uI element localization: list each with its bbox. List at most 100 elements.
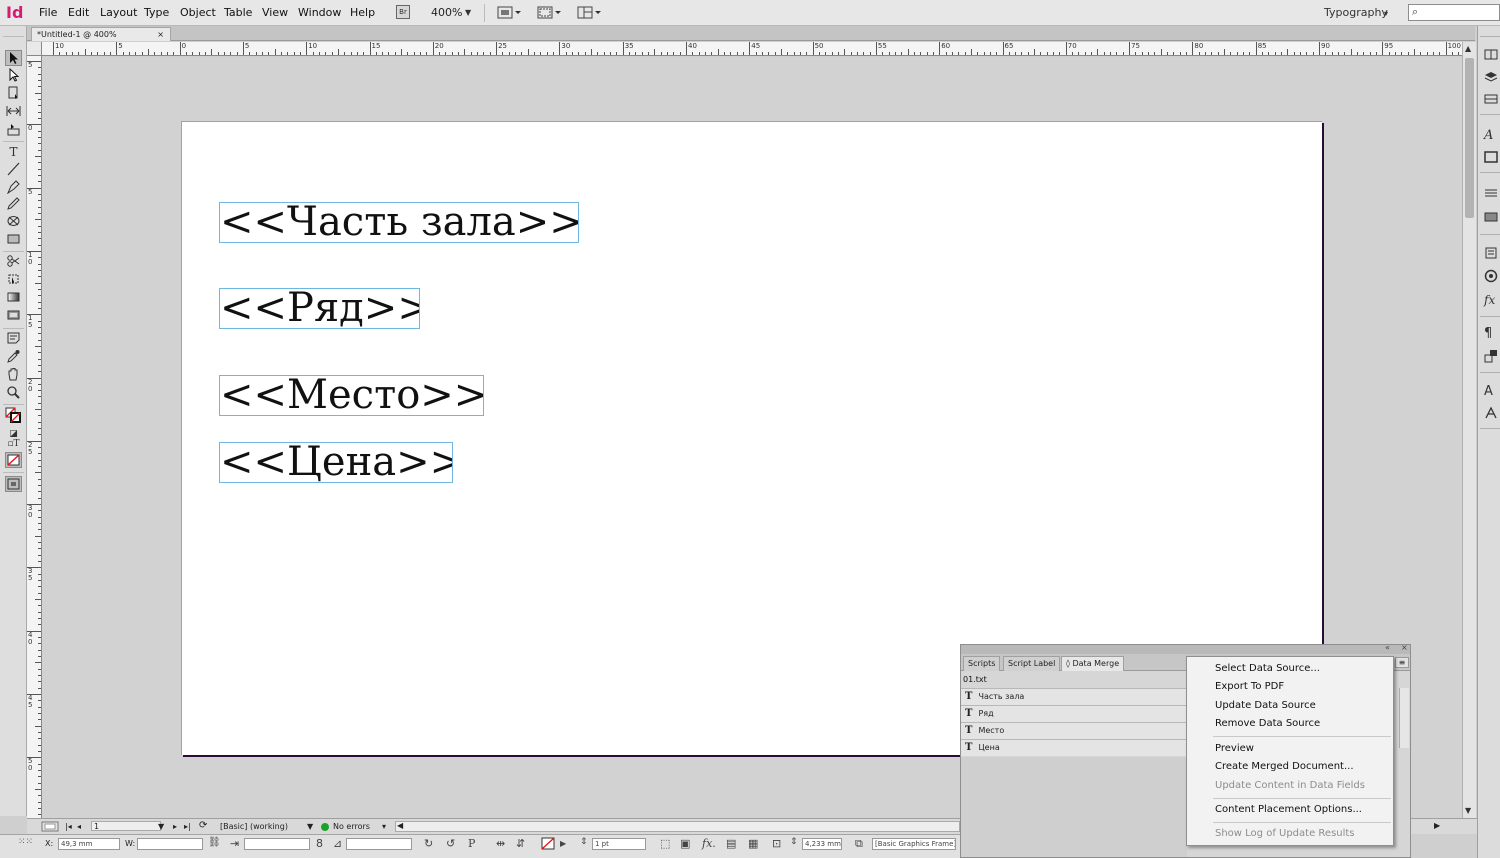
collapse-panel-icon[interactable]: «: [1385, 643, 1390, 652]
reference-point-icon[interactable]: ⁙⁙: [18, 837, 33, 847]
close-tab-icon[interactable]: ×: [157, 28, 164, 41]
stroke-weight-field[interactable]: 1 pt: [592, 838, 646, 850]
preflight-dropdown-icon[interactable]: ▾: [382, 822, 386, 831]
zoom-dropdown-icon[interactable]: ▼: [465, 8, 471, 17]
rotation-icon[interactable]: ⊿: [333, 837, 342, 850]
working-style-label[interactable]: [Basic] (working): [220, 822, 288, 831]
scroll-up-icon[interactable]: ▲: [1465, 44, 1471, 53]
rectangle-tool-icon[interactable]: [5, 232, 22, 248]
text-frame-hall-section[interactable]: <<Часть зала>>: [219, 202, 579, 243]
scroll-left-icon[interactable]: ◀: [397, 821, 403, 830]
flip-horizontal-icon[interactable]: ⇹: [496, 837, 505, 850]
screen-mode-icon[interactable]: [536, 4, 562, 21]
tab-data-merge[interactable]: ◊ Data Merge: [1061, 656, 1125, 671]
pencil-tool-icon[interactable]: [5, 197, 22, 213]
note-tool-icon[interactable]: [5, 331, 22, 347]
link-scale-icon[interactable]: 8: [316, 837, 323, 850]
text-frame-price[interactable]: <<Цена>>: [219, 442, 453, 483]
frame-fitting-icon[interactable]: ▦: [748, 837, 758, 850]
links-panel-icon[interactable]: [1484, 92, 1500, 108]
list-item[interactable]: T Ряд: [961, 705, 1187, 722]
menu-update-data-source[interactable]: Update Data Source: [1215, 700, 1316, 711]
prev-page-icon[interactable]: ◂: [77, 822, 81, 831]
tab-scripts[interactable]: Scripts: [963, 656, 1001, 671]
close-panel-icon[interactable]: ×: [1401, 643, 1408, 652]
menu-object[interactable]: Object: [180, 6, 216, 19]
menu-export-to-pdf[interactable]: Export To PDF: [1215, 681, 1284, 692]
gradient-panel-icon[interactable]: [1484, 210, 1500, 226]
offset-stepper[interactable]: ⇕: [790, 837, 798, 847]
menu-content-placement-options[interactable]: Content Placement Options...: [1215, 804, 1362, 815]
line-tool-icon[interactable]: [5, 162, 22, 178]
selection-tool-icon[interactable]: [5, 50, 22, 66]
horizontal-ruler[interactable]: 10 5 0 5 10 15 20 25 30 35 40 45 50 55 60 65 70 75 80 85 90 9…: [42, 42, 1462, 56]
object-styles-icon[interactable]: [1484, 349, 1500, 365]
arrange-documents-icon[interactable]: [576, 4, 602, 21]
fill-none-swatch-icon[interactable]: [541, 837, 555, 850]
menu-select-data-source[interactable]: Select Data Source...: [1215, 663, 1320, 674]
apply-none-icon[interactable]: [5, 452, 22, 468]
rotate-ccw-icon[interactable]: ↺: [446, 837, 455, 850]
layers-panel-icon[interactable]: [1484, 70, 1500, 86]
text-wrap-control-icon[interactable]: ▤: [726, 837, 736, 850]
constrain-proportions-icon[interactable]: ⛓: [208, 837, 221, 848]
zoom-tool-icon[interactable]: [5, 385, 22, 401]
ruler-origin[interactable]: [27, 42, 42, 56]
style-dropdown-icon[interactable]: ▼: [307, 822, 313, 831]
menu-create-merged-document[interactable]: Create Merged Document...: [1215, 761, 1354, 772]
paragraph-styles-icon[interactable]: ¶: [1484, 326, 1500, 342]
ellipse-frame-tool-icon[interactable]: [5, 214, 22, 230]
next-page-icon[interactable]: ▸: [173, 822, 177, 831]
scroll-right-icon[interactable]: ▶: [1434, 821, 1440, 830]
last-page-icon[interactable]: ▸|: [184, 822, 191, 831]
text-frame-row[interactable]: <<Ряд>>: [219, 288, 420, 329]
width-field[interactable]: [137, 838, 203, 850]
open-page-icon[interactable]: ⟳: [199, 820, 207, 831]
x-position-field[interactable]: 49,3 mm: [58, 838, 120, 850]
color-panel-icon[interactable]: [1484, 269, 1500, 285]
drop-shadow-icon[interactable]: ▣: [680, 837, 690, 850]
character-styles-icon[interactable]: A: [1484, 128, 1500, 144]
scale-x-field[interactable]: [244, 838, 310, 850]
menu-window[interactable]: Window: [298, 6, 341, 19]
direct-selection-tool-icon[interactable]: [5, 67, 22, 84]
text-wrap-icon[interactable]: [1484, 246, 1500, 262]
select-content-icon[interactable]: P: [468, 837, 475, 850]
formatting-affects-container-icon[interactable]: ▫T: [5, 436, 22, 452]
gradient-swatch-tool-icon[interactable]: [5, 290, 22, 306]
eyedropper-tool-icon[interactable]: [5, 349, 22, 365]
auto-fit-icon[interactable]: ⊡: [772, 837, 781, 850]
document-tab[interactable]: *Untitled-1 @ 400% ×: [31, 27, 171, 41]
list-item[interactable]: T Место: [961, 722, 1187, 739]
page-thumbnail-icon[interactable]: [41, 821, 59, 832]
tab-script-label[interactable]: Script Label: [1003, 656, 1061, 671]
vertical-scrollbar[interactable]: ▲ ▼: [1462, 42, 1476, 818]
glyphs-panel-icon[interactable]: [1484, 406, 1500, 422]
stroke-panel-icon[interactable]: [1484, 150, 1500, 166]
menu-preview[interactable]: Preview: [1215, 743, 1254, 754]
bridge-button[interactable]: Br: [396, 5, 410, 19]
scroll-thumb[interactable]: [1465, 58, 1474, 218]
scroll-down-icon[interactable]: ▼: [1465, 806, 1471, 815]
menu-type[interactable]: Type: [144, 6, 169, 19]
panel-header[interactable]: « ×: [961, 643, 1410, 654]
pen-tool-icon[interactable]: [5, 180, 22, 196]
offset-field[interactable]: 4,233 mm: [802, 838, 842, 850]
effects-panel-icon[interactable]: fx: [1484, 292, 1500, 308]
flip-vertical-icon[interactable]: ⇵: [516, 837, 525, 850]
list-item[interactable]: T Цена: [961, 739, 1187, 756]
search-input[interactable]: ⌕: [1408, 4, 1500, 21]
menu-help[interactable]: Help: [350, 6, 375, 19]
panel-scrollbar[interactable]: [1399, 688, 1409, 748]
free-transform-tool-icon[interactable]: [5, 272, 22, 288]
workspace-switcher[interactable]: Typography: [1324, 6, 1388, 19]
panel-menu-icon[interactable]: ≡: [1395, 657, 1409, 668]
rotation-field[interactable]: [346, 838, 412, 850]
workspace-dropdown-icon[interactable]: ▾: [1384, 9, 1388, 18]
page-tool-icon[interactable]: [5, 86, 22, 102]
gradient-feather-tool-icon[interactable]: [5, 308, 22, 324]
view-options-icon[interactable]: [496, 4, 522, 21]
stroke-weight-stepper[interactable]: ⇕: [580, 837, 588, 847]
effects-icon[interactable]: fx.: [702, 837, 716, 850]
type-tool-icon[interactable]: T: [5, 144, 22, 160]
